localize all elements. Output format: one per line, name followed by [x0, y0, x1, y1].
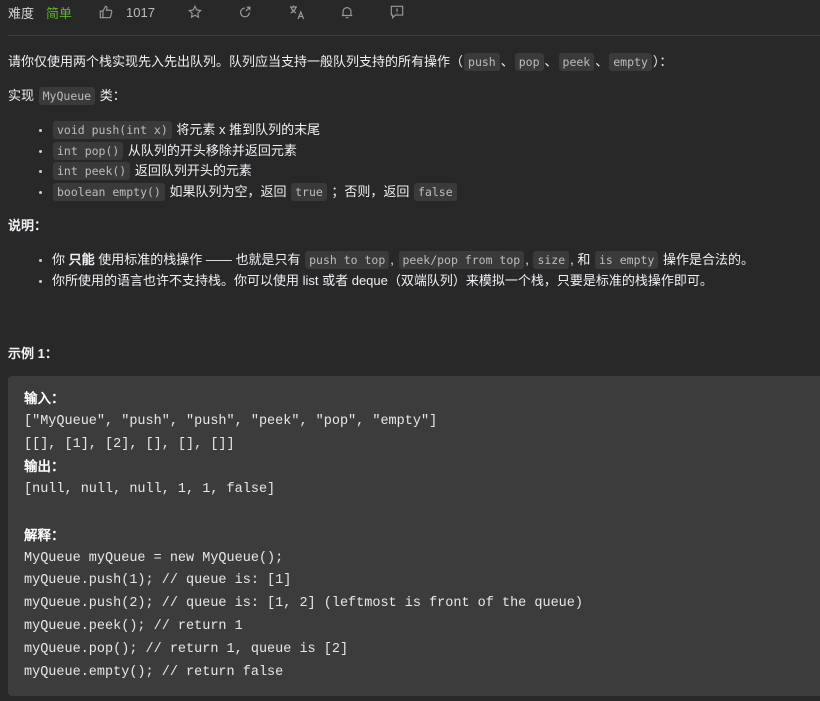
- explain-line: myQueue.pop(); // return 1, queue is [2]: [24, 641, 349, 657]
- output-label: 输出：: [24, 459, 65, 475]
- method-desc: 返回队列开头的元素: [131, 163, 252, 178]
- impl-paragraph: 实现 MyQueue 类：: [8, 86, 820, 106]
- separator: 、: [500, 54, 514, 69]
- explain-line: myQueue.push(1); // queue is: [1]: [24, 573, 292, 589]
- true-code: true: [291, 182, 327, 201]
- translate-icon[interactable]: [289, 4, 305, 20]
- method-signature: int pop(): [53, 141, 124, 160]
- like-count: 1017: [126, 4, 155, 20]
- notes-title: 说明：: [8, 218, 48, 233]
- op-peek: peek: [558, 53, 595, 71]
- bell-icon[interactable]: [339, 4, 355, 20]
- method-desc: 从队列的开头移除并返回元素: [124, 142, 297, 158]
- method-list: void push(int x) 将元素 x 推到队列的末尾 int pop()…: [8, 120, 820, 202]
- op-pop: pop: [514, 53, 544, 71]
- thumbs-up-icon[interactable]: [98, 4, 114, 20]
- method-desc: ；否则，返回: [327, 183, 414, 199]
- method-item: boolean empty() 如果队列为空，返回 true ；否则，返回 fa…: [52, 182, 820, 203]
- intro-end: ）：: [652, 54, 673, 69]
- note-code: size: [533, 251, 570, 269]
- class-name-code: MyQueue: [38, 87, 96, 105]
- note-code: push to top: [305, 251, 390, 269]
- share-icon[interactable]: [237, 4, 253, 20]
- method-item: int pop() 从队列的开头移除并返回元素: [52, 141, 820, 162]
- note-item: 你所使用的语言也许不支持栈。你可以使用 list 或者 deque（双端队列）来…: [52, 271, 820, 292]
- explain-line: myQueue.push(2); // queue is: [1, 2] (le…: [24, 596, 583, 612]
- impl-text-end: 类：: [96, 88, 126, 103]
- explain-label: 解释：: [24, 527, 65, 543]
- intro-text: 请你仅使用两个栈实现先入先出队列。队列应当支持一般队列支持的所有操作（: [8, 54, 464, 69]
- note-item: 你 只能 使用标准的栈操作 —— 也就是只有 push to top, peek…: [52, 250, 820, 271]
- problem-description: 请你仅使用两个栈实现先入先出队列。队列应当支持一般队列支持的所有操作（ push、…: [8, 52, 820, 361]
- input-line: ["MyQueue", "push", "push", "peek", "pop…: [24, 413, 438, 429]
- difficulty-label: 难度: [8, 5, 35, 21]
- difficulty-value: 简单: [46, 5, 73, 21]
- explain-line: myQueue.empty(); // return false: [24, 664, 284, 680]
- intro-paragraph: 请你仅使用两个栈实现先入先出队列。队列应当支持一般队列支持的所有操作（ push、…: [8, 52, 820, 72]
- note-text: 使用标准的栈操作 —— 也就是只有: [94, 252, 305, 267]
- op-push: push: [464, 53, 500, 71]
- output-line: [null, null, null, 1, 1, false]: [24, 482, 276, 498]
- method-desc: 将元素 x 推到队列的末尾: [172, 122, 321, 137]
- separator: ,: [390, 252, 398, 267]
- method-item: int peek() 返回队列开头的元素: [52, 161, 820, 182]
- impl-text: 实现: [8, 88, 38, 103]
- note-code: is empty: [594, 251, 659, 269]
- separator: , 和: [570, 252, 594, 267]
- explain-line: myQueue.peek(); // return 1: [24, 618, 243, 634]
- header-divider: [8, 35, 820, 36]
- note-text: 你: [52, 252, 69, 267]
- false-code: false: [414, 182, 457, 201]
- method-signature: void push(int x): [53, 121, 172, 139]
- problem-toolbar: 难度 简单 1017: [8, 3, 405, 21]
- example-title: 示例 1：: [8, 346, 58, 361]
- note-text: 操作是合法的。: [659, 252, 754, 267]
- note-text: 你所使用的语言也许不支持栈。你可以使用 list 或者 deque（双端队列）来…: [52, 272, 713, 288]
- input-line: [[], [1], [2], [], [], []]: [24, 436, 235, 452]
- explain-line: MyQueue myQueue = new MyQueue();: [24, 550, 284, 566]
- method-signature: int peek(): [53, 162, 131, 180]
- example-block: 输入： ["MyQueue", "push", "push", "peek", …: [8, 376, 820, 696]
- method-desc: 如果队列为空，返回: [165, 183, 291, 199]
- notes-list: 你 只能 使用标准的栈操作 —— 也就是只有 push to top, peek…: [8, 250, 820, 291]
- note-code: peek/pop from top: [398, 251, 525, 269]
- separator: 、: [595, 54, 609, 69]
- method-signature: boolean empty(): [53, 182, 165, 201]
- input-label: 输入：: [24, 391, 65, 406]
- separator: 、: [544, 54, 558, 69]
- note-bold: 只能: [68, 252, 95, 267]
- op-empty: empty: [609, 53, 652, 71]
- method-item: void push(int x) 将元素 x 推到队列的末尾: [52, 120, 820, 141]
- feedback-icon[interactable]: [389, 4, 405, 20]
- star-icon[interactable]: [187, 4, 203, 20]
- separator: ,: [525, 252, 533, 267]
